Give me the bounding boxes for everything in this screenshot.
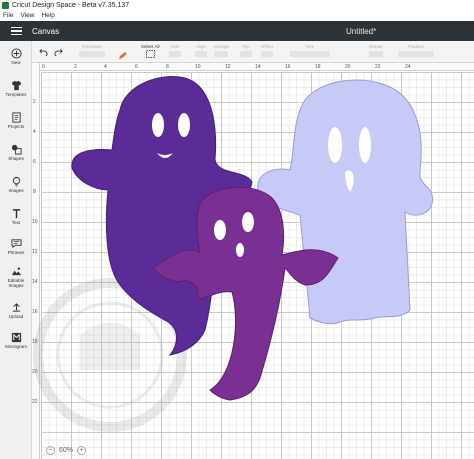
window-titlebar: Cricut Design Space - Beta v7.35.137 [0,0,474,10]
lavender-ghost-eye-left [328,127,342,163]
sidebar-item-label: Templates [5,92,27,97]
sidebar-item-editable-images[interactable]: Editable Images [0,265,32,288]
magenta-bat-ghost-eye-left [214,220,226,240]
page-title: Canvas [32,26,60,36]
zoom-control: − 60% + [46,446,87,455]
upload-icon [10,301,22,313]
toolbar-edit[interactable]: Edit [169,44,181,57]
plus-circle-icon [10,47,22,59]
sidebar-item-label: Upload [8,314,24,319]
speech-bubble-icon [10,237,22,249]
pen-icon[interactable] [118,52,127,60]
ghost-artwork[interactable] [32,63,474,459]
menu-bar: File View Help [0,10,474,21]
toolbar-offset[interactable]: Offset [261,44,273,57]
sidebar-item-monogram[interactable]: Monogram [0,331,32,349]
sidebar-item-label: Text [11,220,21,225]
dark-purple-ghost-eye-left [152,113,164,137]
text-icon [10,207,22,219]
undo-icon[interactable] [39,48,48,56]
sidebar-item-label: Images [8,188,24,193]
toolbar-arrange[interactable]: Arrange [213,44,229,57]
toolbar-select-all[interactable]: Select All [141,44,160,58]
toolbar-size[interactable]: Size [290,44,330,57]
left-sidebar: New Templates Projects Shapes Images Tex… [0,41,32,459]
shirt-icon [10,79,22,91]
app-header: Canvas Untitled* [0,21,474,41]
toolbar-align[interactable]: Align [195,44,207,57]
lavender-ghost [257,79,434,325]
monogram-icon [10,331,22,343]
toolbar-operation[interactable]: Operation [79,44,105,57]
sidebar-item-templates[interactable]: Templates [0,79,32,97]
folder-icon [10,111,22,123]
sidebar-item-phrases[interactable]: Phrases [0,237,32,255]
sidebar-item-upload[interactable]: Upload [0,301,32,319]
shapes-icon [10,143,22,155]
magenta-bat-ghost-mouth [236,243,244,257]
document-title[interactable]: Untitled* [346,27,376,36]
sidebar-item-label: Phrases [7,250,25,255]
toolbar-rotate[interactable]: Rotate [369,44,383,57]
window-title: Cricut Design Space - Beta v7.35.137 [12,1,130,9]
menu-help[interactable]: Help [41,12,54,19]
sidebar-item-label: Projects [7,124,25,129]
sidebar-item-label: Shapes [8,156,24,161]
menu-view[interactable]: View [20,12,34,19]
sidebar-item-label: New [11,60,21,65]
design-canvas[interactable]: 0 2 4 6 8 10 12 14 16 18 20 22 24 2 4 6 … [32,63,474,459]
sidebar-item-label: Monogram [5,344,27,349]
zoom-in-button[interactable]: + [77,446,87,455]
sidebar-item-projects[interactable]: Projects [0,111,32,129]
dark-purple-ghost-eye-right [178,113,190,137]
edit-toolbar: Operation Select All Edit Align Arrange … [32,41,474,63]
zoom-out-button[interactable]: − [46,446,55,455]
magenta-bat-ghost-eye-right [242,212,254,232]
zoom-level: 60% [59,447,74,454]
select-all-icon [145,50,155,58]
toolbar-flip[interactable]: Flip [240,44,252,57]
toolbar-position[interactable]: Position [398,44,434,57]
hamburger-menu-icon[interactable] [0,26,32,36]
sidebar-item-label: Editable Images [7,278,25,288]
app-logo-icon [2,1,9,9]
redo-icon[interactable] [54,48,63,56]
lavender-ghost-eye-right [359,127,371,163]
menu-file[interactable]: File [3,12,13,19]
lightbulb-icon [10,175,22,187]
editable-image-icon [10,265,22,277]
sidebar-item-text[interactable]: Text [0,207,32,225]
sidebar-item-new[interactable]: New [0,47,32,65]
sidebar-item-shapes[interactable]: Shapes [0,143,32,161]
sidebar-item-images[interactable]: Images [0,175,32,193]
